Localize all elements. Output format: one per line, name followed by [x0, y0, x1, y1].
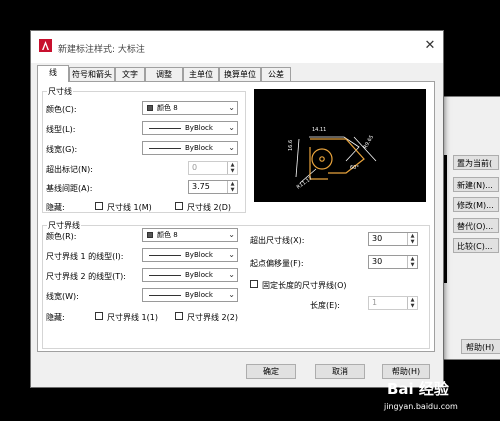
- tab-tolerances[interactable]: 公差: [261, 67, 291, 81]
- spinner-down-icon[interactable]: ▼: [227, 187, 237, 193]
- chevron-down-icon: ⌄: [228, 143, 235, 152]
- color-swatch: [147, 232, 153, 238]
- ext2-linetype-label: 尺寸界线 2 的线型(T):: [46, 272, 126, 281]
- dim-color-label: 颜色(C):: [46, 105, 77, 114]
- ext-lineweight-label: 线宽(W):: [46, 292, 79, 301]
- ext-lineweight-select[interactable]: ByBlock ⌄: [142, 288, 238, 302]
- suppress-ext-line-2-checkbox[interactable]: [175, 312, 183, 320]
- tab-primary-units[interactable]: 主单位: [183, 67, 219, 81]
- watermark-text: Bai 经验: [387, 380, 449, 398]
- dim-suppress-label: 隐藏:: [46, 203, 65, 212]
- length-spinner[interactable]: 1 ▲ ▼: [368, 296, 418, 310]
- compare-style-button[interactable]: 比较(C)...: [453, 238, 499, 253]
- preview-dim-left: 16.6: [288, 140, 294, 151]
- chevron-down-icon: ⌄: [228, 270, 235, 279]
- chevron-down-icon: ⌄: [228, 230, 235, 239]
- suppress-ext-line-1-label: 尺寸界线 1(1): [107, 313, 158, 322]
- tab-text[interactable]: 文字: [115, 67, 145, 81]
- ext-lines-group-label: 尺寸界线: [48, 221, 80, 230]
- spinner-down-icon[interactable]: ▼: [407, 303, 417, 309]
- fixed-length-checkbox[interactable]: [250, 280, 258, 288]
- offset-origin-spinner[interactable]: 30 ▲ ▼: [368, 255, 418, 269]
- line-sample: [149, 255, 181, 256]
- cancel-button[interactable]: 取消: [315, 364, 365, 379]
- ext-suppress-label: 隐藏:: [46, 313, 65, 322]
- background-help-button[interactable]: 帮助(H): [461, 339, 500, 354]
- suppress-dim-line-1-checkbox[interactable]: [95, 202, 103, 210]
- spinner-down-icon[interactable]: ▼: [407, 262, 417, 268]
- chevron-down-icon: ⌄: [228, 123, 235, 132]
- extend-beyond-spinner[interactable]: 30 ▲ ▼: [368, 232, 418, 246]
- title-bar: 新建标注样式: 大标注 ✕: [31, 31, 443, 63]
- dim-linetype-select[interactable]: ByBlock ⌄: [142, 121, 238, 135]
- suppress-dim-line-1-label: 尺寸线 1(M): [107, 203, 152, 212]
- dimension-preview: 14.11 16.6 R9.65 60° R11.17: [254, 89, 426, 202]
- extend-beyond-label: 超出尺寸线(X):: [250, 236, 305, 245]
- modify-style-button[interactable]: 修改(M)...: [453, 197, 499, 212]
- chevron-down-icon: ⌄: [228, 250, 235, 259]
- tab-fit[interactable]: 调整: [145, 67, 183, 81]
- tab-alternate-units[interactable]: 换算单位: [219, 67, 261, 81]
- preview-drawing: 14.11 16.6 R9.65 60° R11.17: [288, 127, 377, 191]
- preview-dim-top: 14.11: [312, 127, 326, 133]
- baseline-spacing-spinner[interactable]: 3.75 ▲ ▼: [188, 180, 238, 194]
- chevron-down-icon: ⌄: [228, 290, 235, 299]
- lines-tab-panel: 尺寸线 颜色(C): 颜色 8 ⌄ 线型(L): ByBlock ⌄ 线宽(G)…: [37, 81, 435, 352]
- tab-symbols-arrows[interactable]: 符号和箭头: [69, 67, 115, 81]
- ext1-linetype-label: 尺寸界线 1 的线型(I):: [46, 252, 124, 261]
- preview-dim-right: R9.65: [363, 134, 376, 150]
- tab-lines[interactable]: 线: [37, 65, 69, 82]
- new-style-button[interactable]: 新建(N)...: [453, 177, 499, 192]
- override-style-button[interactable]: 替代(O)...: [453, 218, 499, 233]
- help-button[interactable]: 帮助(H): [382, 364, 430, 379]
- new-dimension-style-dialog: 新建标注样式: 大标注 ✕ 线 符号和箭头 文字 调整 主单位 换算单位 公差 …: [30, 30, 444, 388]
- autocad-app-icon: [39, 39, 52, 52]
- fixed-length-label: 固定长度的尺寸界线(O): [262, 281, 347, 290]
- suppress-ext-line-1-checkbox[interactable]: [95, 312, 103, 320]
- line-sample: [149, 275, 181, 276]
- spinner-down-icon[interactable]: ▼: [227, 168, 237, 174]
- length-label: 长度(E):: [310, 301, 340, 310]
- background-dialog: 置为当前( 新建(N)... 修改(M)... 替代(O)... 比较(C)..…: [438, 96, 500, 360]
- extend-ticks-spinner[interactable]: 0 ▲ ▼: [188, 161, 238, 175]
- dim-lines-group-label: 尺寸线: [48, 87, 72, 96]
- baseline-spacing-label: 基线间距(A):: [46, 184, 93, 193]
- ext2-linetype-select[interactable]: ByBlock ⌄: [142, 268, 238, 282]
- suppress-dim-line-2-checkbox[interactable]: [175, 202, 183, 210]
- dim-color-select[interactable]: 颜色 8 ⌄: [142, 101, 238, 115]
- ext-color-label: 颜色(R):: [46, 232, 77, 241]
- preview-dim-angle: 60°: [350, 165, 359, 171]
- spinner-down-icon[interactable]: ▼: [407, 239, 417, 245]
- dim-lineweight-label: 线宽(G):: [46, 145, 78, 154]
- suppress-dim-line-2-label: 尺寸线 2(D): [187, 203, 232, 212]
- chevron-down-icon: ⌄: [228, 103, 235, 112]
- offset-origin-label: 起点偏移量(F):: [250, 259, 304, 268]
- ext-color-select[interactable]: 颜色 8 ⌄: [142, 228, 238, 242]
- dim-linetype-label: 线型(L):: [46, 125, 76, 134]
- extend-ticks-label: 超出标记(N):: [46, 165, 93, 174]
- line-sample: [149, 148, 181, 149]
- color-swatch: [147, 105, 153, 111]
- dim-lineweight-select[interactable]: ByBlock ⌄: [142, 141, 238, 155]
- ext1-linetype-select[interactable]: ByBlock ⌄: [142, 248, 238, 262]
- set-current-button[interactable]: 置为当前(: [453, 155, 499, 170]
- line-sample: [149, 295, 181, 296]
- line-sample: [149, 128, 181, 129]
- close-icon[interactable]: ✕: [421, 37, 439, 55]
- watermark-url: jingyan.baidu.com: [384, 402, 458, 411]
- ok-button[interactable]: 确定: [246, 364, 296, 379]
- dialog-title: 新建标注样式: 大标注: [58, 45, 145, 55]
- suppress-ext-line-2-label: 尺寸界线 2(2): [187, 313, 238, 322]
- preview-dim-bottom: R11.17: [296, 176, 314, 191]
